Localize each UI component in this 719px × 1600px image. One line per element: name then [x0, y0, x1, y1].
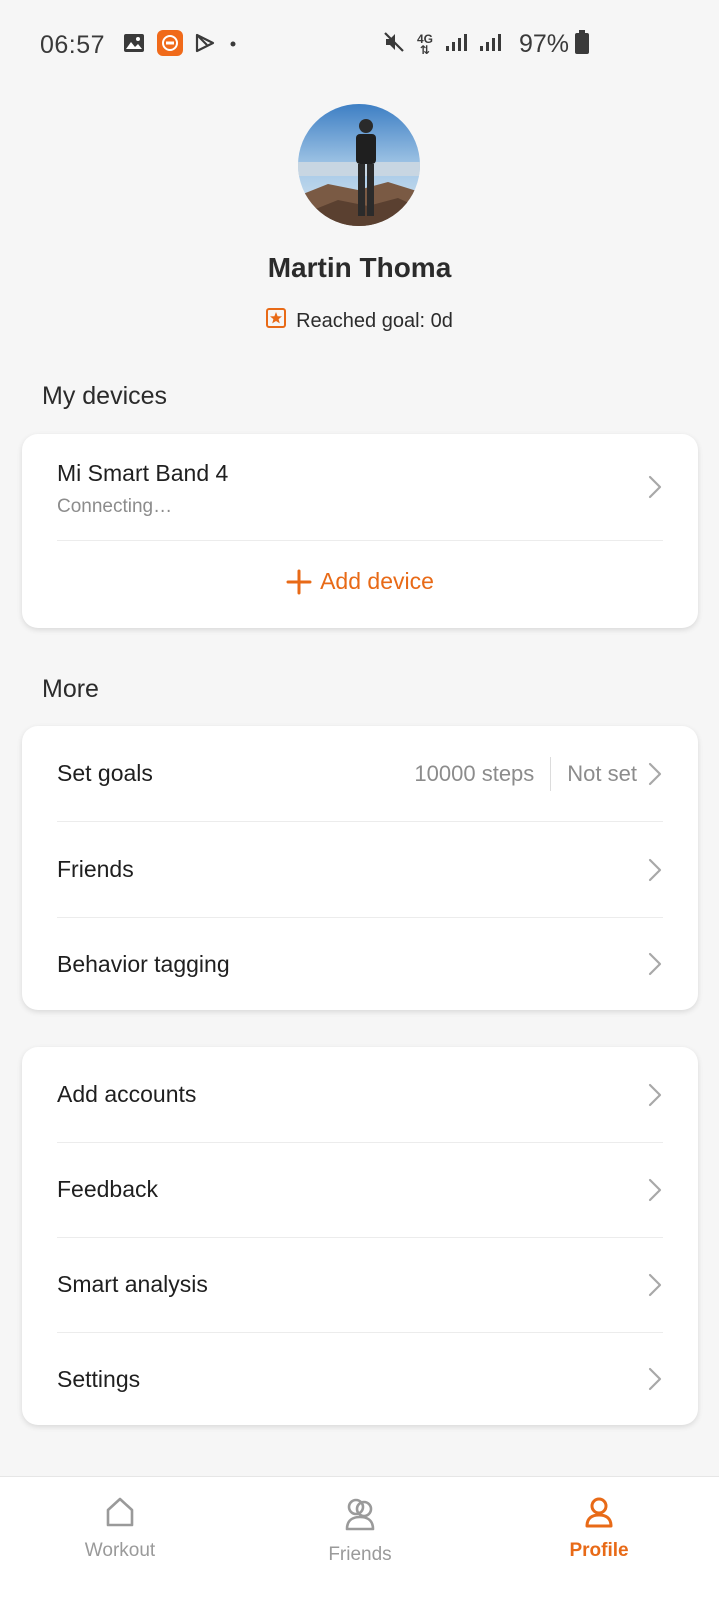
profile-screen: 06:57 4G ⇅ 97% Martin Thoma Reached goal…	[0, 0, 719, 1600]
my-devices-title: My devices	[42, 382, 168, 410]
feedback-label: Feedback	[57, 1176, 159, 1202]
status-right: 4G ⇅ 97%	[383, 30, 589, 59]
set-goals-row[interactable]: Set goals 10000 steps Not set	[57, 726, 663, 822]
status-time: 06:57	[40, 31, 106, 59]
account-card: Add accounts Feedback Smart analysis Set…	[22, 1047, 698, 1425]
device-name: Mi Smart Band 4	[57, 460, 229, 486]
devices-card: Mi Smart Band 4 Connecting… Add device	[22, 434, 698, 628]
dot-icon	[227, 37, 239, 55]
chevron-right-icon	[648, 952, 662, 976]
chevron-right-icon	[648, 1273, 662, 1296]
star-badge-icon	[266, 308, 287, 334]
more-title: More	[42, 675, 99, 703]
network-type-icon: 4G ⇅	[416, 31, 433, 57]
chevron-right-icon	[648, 475, 662, 499]
behavior-tagging-row[interactable]: Behavior tagging	[57, 916, 663, 1012]
add-accounts-label: Add accounts	[57, 1081, 197, 1107]
chevron-right-icon	[648, 1083, 662, 1106]
device-status: Connecting…	[57, 496, 173, 517]
friends-row[interactable]: Friends	[57, 822, 663, 918]
other-goal-value: Not set	[567, 760, 637, 786]
goal-values: 10000 steps Not set	[414, 756, 637, 791]
profile-name[interactable]: Martin Thoma	[0, 252, 719, 284]
bottom-navigation: Workout Friends Profile	[0, 1476, 719, 1600]
behavior-tagging-label: Behavior tagging	[57, 950, 230, 977]
signal-2-icon	[479, 32, 501, 57]
goal-status: Reached goal: 0d	[0, 308, 719, 334]
mute-icon	[383, 31, 405, 58]
add-device-label: Add device	[320, 568, 434, 594]
nav-profile-label: Profile	[569, 1540, 629, 1561]
feedback-row[interactable]: Feedback	[57, 1142, 663, 1238]
profile-icon	[585, 1497, 613, 1528]
more-card: Set goals 10000 steps Not set Friends Be…	[22, 726, 698, 1010]
nav-workout[interactable]: Workout	[40, 1495, 200, 1562]
chevron-right-icon	[648, 1178, 662, 1201]
steps-goal-value: 10000 steps	[414, 760, 535, 786]
battery-icon	[575, 30, 589, 59]
network-type-label: 4G	[416, 31, 433, 46]
nav-workout-label: Workout	[84, 1540, 156, 1561]
add-accounts-row[interactable]: Add accounts	[57, 1047, 663, 1143]
app-notification-icon	[157, 30, 184, 61]
nav-profile[interactable]: Profile	[519, 1495, 679, 1562]
nav-friends-label: Friends	[328, 1544, 392, 1565]
battery-percent: 97%	[518, 30, 569, 58]
add-device-button[interactable]: Add device	[22, 568, 698, 595]
status-left: 06:57	[40, 30, 251, 61]
device-row[interactable]: Mi Smart Band 4 Connecting…	[22, 434, 698, 540]
goal-text: Reached goal: 0d	[296, 309, 453, 332]
avatar[interactable]	[298, 104, 420, 226]
chevron-right-icon	[648, 762, 662, 785]
gallery-icon	[123, 33, 145, 58]
value-separator	[550, 756, 552, 791]
smart-analysis-label: Smart analysis	[57, 1271, 208, 1297]
plus-icon	[286, 569, 312, 594]
friends-label: Friends	[57, 856, 134, 882]
signal-icon	[445, 32, 467, 57]
settings-label: Settings	[57, 1365, 141, 1392]
friends-icon	[345, 1498, 375, 1531]
settings-row[interactable]: Settings	[57, 1331, 663, 1427]
chevron-right-icon	[648, 1367, 662, 1391]
avatar-photo	[298, 104, 420, 226]
smart-analysis-row[interactable]: Smart analysis	[57, 1237, 663, 1333]
status-bar: 06:57 4G ⇅ 97%	[0, 0, 719, 92]
nav-friends[interactable]: Friends	[280, 1495, 440, 1566]
chevron-right-icon	[648, 858, 662, 881]
play-store-icon	[195, 33, 215, 58]
set-goals-label: Set goals	[57, 760, 153, 786]
home-icon	[106, 1497, 134, 1527]
divider	[57, 540, 663, 541]
